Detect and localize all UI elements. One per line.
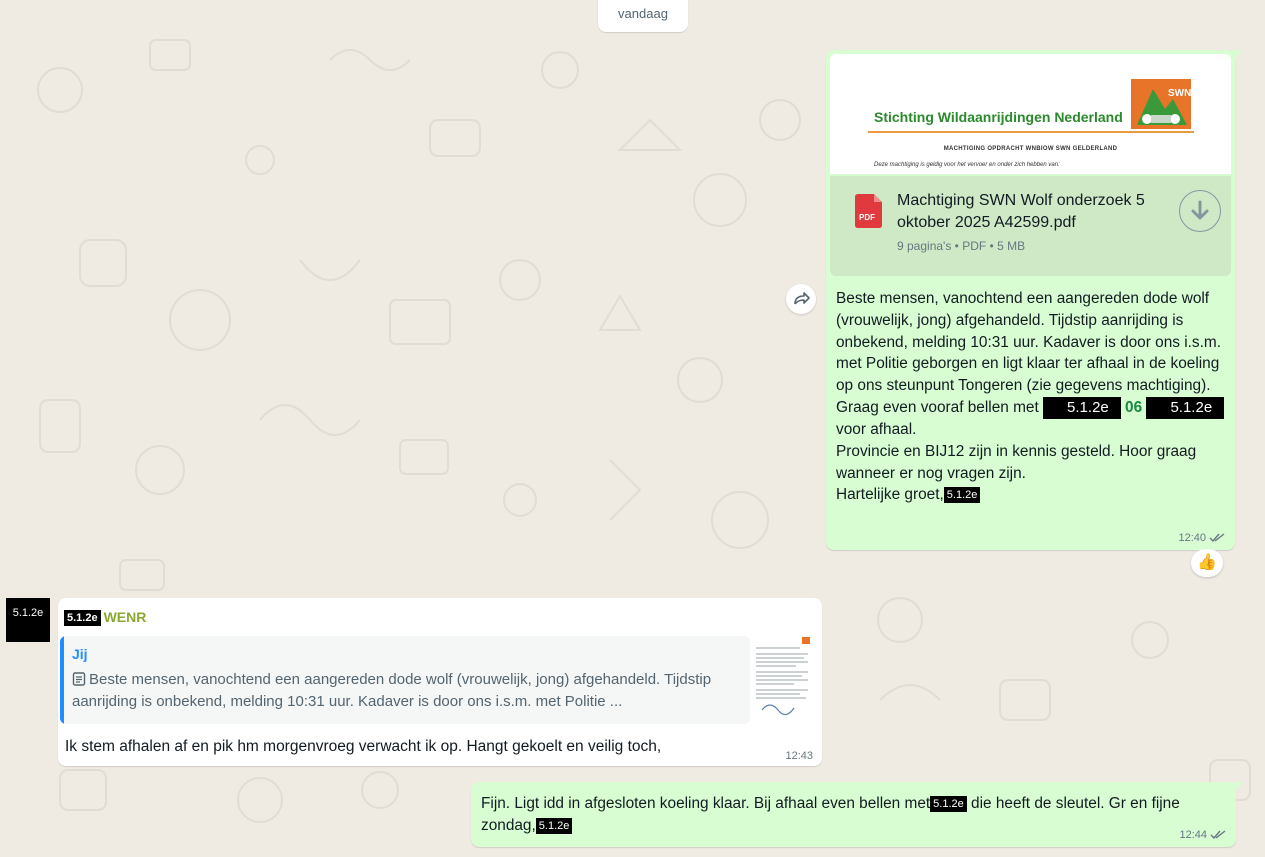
- forward-button[interactable]: [786, 284, 816, 314]
- reaction-badge[interactable]: 👍: [1191, 549, 1223, 577]
- document-subtitle-2: Deze machtiging is geldig voor het vervo…: [874, 162, 1060, 168]
- redaction-block: 5.1.2e: [535, 817, 573, 834]
- chat-panel: vandaag Stichting Wildaanrijdingen Neder…: [0, 0, 1265, 857]
- quote-accent-bar: [60, 636, 64, 724]
- svg-text:SWN: SWN: [1168, 88, 1191, 99]
- message-timestamp: 12:43: [785, 750, 813, 762]
- day-separator: vandaag: [598, 0, 688, 32]
- quote-text: Beste mensen, vanochtend een aangereden …: [72, 669, 732, 713]
- swn-logo-icon: SWN: [1131, 79, 1191, 129]
- message-text: Ik stem afhalen af en pik hm morgenvroeg…: [65, 738, 662, 755]
- document-divider: [868, 131, 1194, 133]
- document-file-row[interactable]: PDF Machtiging SWN Wolf onderzoek 5 okto…: [830, 176, 1231, 276]
- message-text-part-2: voor afhaal.: [836, 420, 917, 438]
- document-icon: [72, 672, 86, 686]
- outgoing-message-text[interactable]: Fijn. Ligt idd in afgesloten koeling kla…: [471, 782, 1243, 847]
- document-org-name: Stichting Wildaanrijdingen Nederland: [874, 109, 1123, 125]
- quote-text-content: Beste mensen, vanochtend een aangereden …: [72, 671, 712, 710]
- redaction-block: 5.1.2e: [64, 610, 101, 627]
- download-arrow-icon: [1191, 200, 1209, 220]
- timestamp-text: 12:44: [1179, 829, 1207, 841]
- message-text: Fijn. Ligt idd in afgesloten koeling kla…: [481, 793, 1231, 837]
- sender-org: WENR: [103, 609, 147, 625]
- download-button[interactable]: [1179, 190, 1221, 232]
- double-check-icon: [1209, 533, 1225, 543]
- message-text-part-3: Provincie en BIJ12 zijn in kennis gestel…: [836, 442, 1197, 482]
- pdf-file-icon: PDF: [855, 194, 882, 228]
- double-check-icon: [1210, 830, 1226, 840]
- document-subtitle: MACHTIGING OPDRACHT WNBIOW SWN GELDERLAN…: [943, 146, 1118, 152]
- avatar[interactable]: 5.1.2e: [6, 598, 50, 642]
- file-name: Machtiging SWN Wolf onderzoek 5 oktober …: [897, 192, 1145, 231]
- document-preview[interactable]: Stichting Wildaanrijdingen Nederland SWN…: [830, 54, 1231, 174]
- bubble-tail: [1232, 50, 1242, 62]
- svg-text:PDF: PDF: [859, 213, 875, 222]
- quote-author: Jij: [72, 646, 88, 662]
- forward-icon: [794, 292, 810, 305]
- quoted-message[interactable]: Jij Beste mensen, vanochtend een aangere…: [60, 636, 750, 724]
- document-thumbnail: [752, 636, 812, 724]
- bubble-tail: [1233, 782, 1243, 794]
- message-timestamp: 12:44: [1179, 829, 1226, 841]
- message-text-part-1: Fijn. Ligt idd in afgesloten koeling kla…: [481, 795, 931, 812]
- message-text: Beste mensen, vanochtend een aangereden …: [836, 288, 1226, 506]
- redaction-block: 5.1.2e: [1043, 396, 1121, 419]
- redaction-block: 5.1.2e: [930, 795, 967, 812]
- timestamp-text: 12:40: [1178, 532, 1206, 544]
- message-timestamp: 12:40: [1178, 532, 1225, 544]
- phone-prefix: 06: [1125, 398, 1143, 416]
- incoming-message-reply[interactable]: 5.1.2e WENR Jij Beste mensen, vanochtend …: [58, 598, 822, 766]
- outgoing-message-document[interactable]: Stichting Wildaanrijdingen Nederland SWN…: [826, 50, 1242, 550]
- file-meta: 9 pagina's • PDF • 5 MB: [897, 239, 1026, 253]
- sender-name[interactable]: 5.1.2e WENR: [64, 609, 147, 627]
- redaction-block: 5.1.2e: [943, 487, 981, 504]
- message-text-part-4: Hartelijke groet,: [836, 486, 944, 504]
- redaction-block: 5.1.2e: [1146, 396, 1225, 419]
